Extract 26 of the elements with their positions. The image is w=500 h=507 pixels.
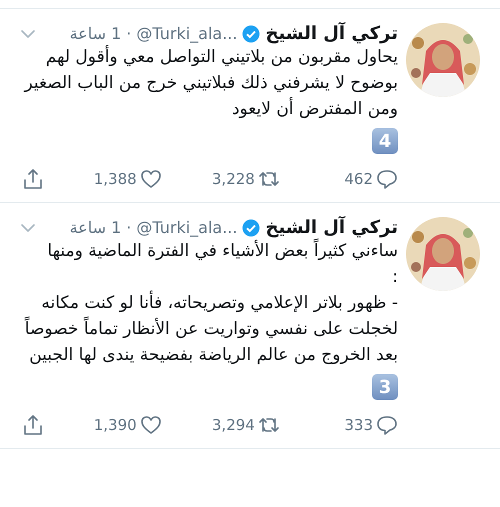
separator-dot: · <box>126 24 132 43</box>
reply-button[interactable]: 462 <box>310 168 398 190</box>
like-button[interactable]: 1,388 <box>74 168 162 190</box>
tweet-time: 1 ساعة <box>70 24 122 43</box>
tweet-text: يحاول مقربون من بلاتيني التواصل معي وأقول لهم بوضوح لا يشرفني ذلك فبلاتيني خرج من الباب الصغير ومن المفترض أن لايعود <box>22 44 398 121</box>
retweet-button[interactable]: 3,228 <box>192 168 280 190</box>
tweet-text: - ظهور بلاتر الإعلامي وتصريحاته، فأنا لو كنت مكانه لخجلت على نفسي وتواريت عن الأنظار تماماً خصوصاً بعد الخروج من عالم الرياضة بفضيحة يندى لها الجبين <box>20 290 398 368</box>
like-button[interactable]: 1,390 <box>74 414 162 436</box>
reply-button[interactable]: 333 <box>310 414 398 436</box>
author-name: تركي آل الشيخ <box>265 23 398 44</box>
retweet-icon[interactable] <box>258 415 280 435</box>
author-name: تركي آل الشيخ <box>265 217 398 238</box>
retweet-icon[interactable] <box>258 169 280 189</box>
heart-icon[interactable] <box>140 415 162 435</box>
retweet-button[interactable]: 3,294 <box>192 414 280 436</box>
tweet-text: ساءني كثيراً بعض الأشياء في الفترة الماضية ومنها <box>20 238 398 264</box>
separator-dot: · <box>126 218 132 237</box>
heart-icon[interactable] <box>140 169 162 189</box>
tweet-text: : <box>391 266 398 289</box>
reply-icon[interactable] <box>376 415 398 435</box>
author-handle: @Turki_ala... <box>136 218 238 237</box>
number-keycap: 3 <box>372 374 398 400</box>
reply-icon[interactable] <box>376 169 398 189</box>
author-handle: @Turki_ala... <box>136 24 238 43</box>
number-keycap: 4 <box>372 128 398 154</box>
tweet-time: 1 ساعة <box>70 218 122 237</box>
